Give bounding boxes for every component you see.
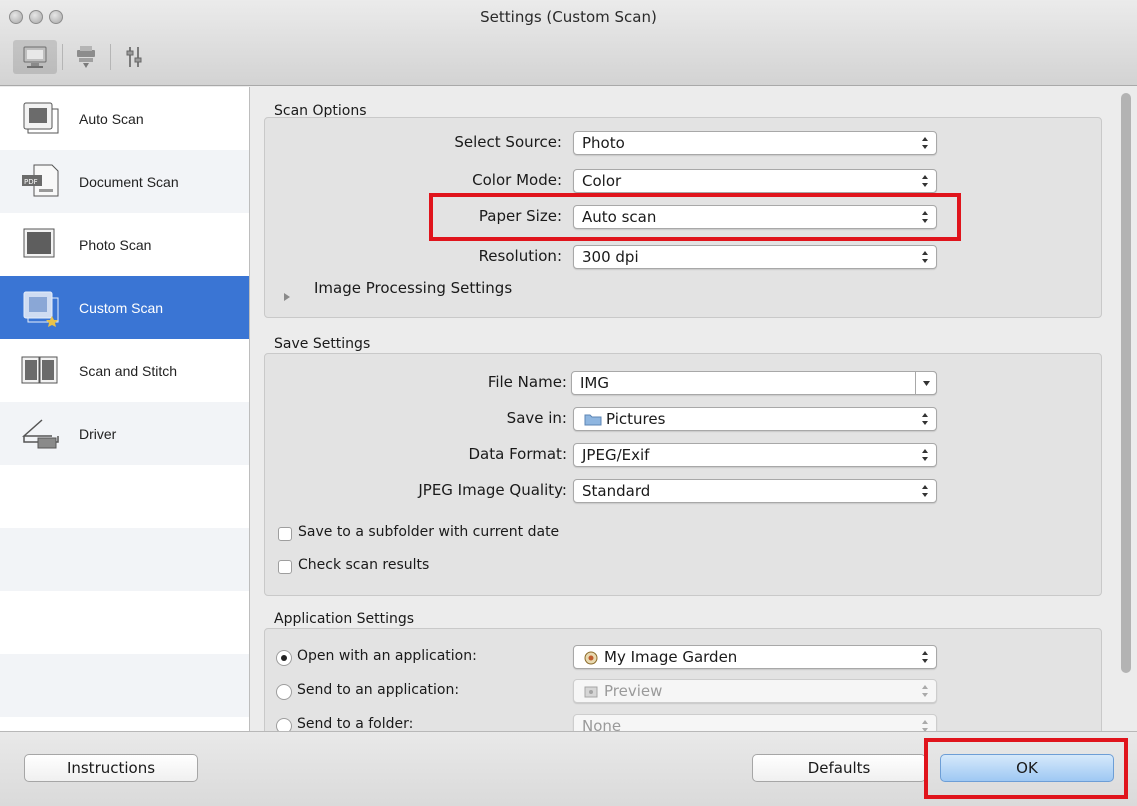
- resolution-popup[interactable]: 300 dpi: [573, 245, 937, 269]
- image-processing-settings-toggle[interactable]: Image Processing Settings: [314, 279, 512, 297]
- sidebar-item-label: Document Scan: [79, 173, 179, 190]
- preview-app-icon: [584, 686, 598, 698]
- sidebar-item-scan-and-stitch[interactable]: Scan and Stitch: [0, 339, 249, 402]
- sidebar-item-document-scan[interactable]: PDF Document Scan: [0, 150, 249, 213]
- file-name-dropdown-button[interactable]: [915, 371, 937, 395]
- popup-arrows-icon: [922, 485, 928, 497]
- select-source-value: Photo: [582, 134, 625, 152]
- sidebar-empty-row: [0, 654, 249, 717]
- driver-icon: [22, 418, 59, 448]
- popup-arrows-icon: [922, 251, 928, 263]
- sidebar-item-label: Auto Scan: [79, 110, 144, 127]
- popup-arrows-icon: [922, 685, 928, 697]
- jpeg-quality-value: Standard: [582, 482, 651, 500]
- general-settings-icon: [126, 47, 142, 67]
- disclosure-triangle-icon[interactable]: [283, 292, 291, 302]
- paper-size-highlight: [429, 193, 961, 241]
- file-name-label: File Name:: [487, 373, 567, 391]
- save-in-popup[interactable]: Pictures: [573, 407, 937, 431]
- open-with-application-label[interactable]: Open with an application:: [297, 648, 477, 664]
- send-to-application-radio[interactable]: [276, 684, 292, 700]
- popup-arrows-icon: [922, 413, 928, 425]
- jpeg-quality-popup[interactable]: Standard: [573, 479, 937, 503]
- file-name-value: IMG: [580, 374, 609, 392]
- check-scan-results-checkbox[interactable]: [278, 560, 292, 574]
- send-to-folder-label[interactable]: Send to a folder:: [297, 716, 413, 731]
- application-settings-title: Application Settings: [274, 611, 415, 627]
- resolution-label: Resolution:: [478, 247, 562, 265]
- ok-button-highlight: [924, 738, 1128, 799]
- sidebar-item-label: Custom Scan: [79, 299, 164, 316]
- title-bar: Settings (Custom Scan): [0, 0, 1137, 86]
- settings-window: Settings (Custom Scan) Auto Scan PDF Doc…: [0, 0, 1137, 806]
- file-name-field[interactable]: IMG: [571, 371, 937, 395]
- custom-scan-icon: [23, 291, 59, 327]
- tab-general-settings[interactable]: [112, 40, 156, 74]
- color-mode-value: Color: [582, 172, 622, 190]
- popup-arrows-icon: [922, 720, 928, 731]
- check-scan-results-label[interactable]: Check scan results: [298, 557, 429, 573]
- save-in-label: Save in:: [506, 409, 567, 427]
- resolution-value: 300 dpi: [582, 248, 639, 266]
- save-settings-title: Save Settings: [274, 336, 371, 352]
- photo-scan-icon: [23, 228, 55, 257]
- window-title: Settings (Custom Scan): [480, 8, 657, 26]
- scan-from-operation-panel-icon: [77, 46, 95, 68]
- sidebar-empty-row: [0, 591, 249, 654]
- send-to-application-label[interactable]: Send to an application:: [297, 682, 459, 698]
- sidebar-empty-row: [0, 528, 249, 591]
- tab-scan-from-operation-panel[interactable]: [64, 40, 108, 74]
- scan-from-computer-icon: [23, 46, 47, 68]
- document-scan-icon: PDF: [22, 164, 59, 196]
- chevron-down-icon: [923, 381, 930, 386]
- scan-and-stitch-icon: [21, 356, 58, 383]
- send-to-folder-value: None: [582, 717, 622, 731]
- open-with-application-value: My Image Garden: [604, 648, 738, 666]
- tab-scan-from-computer[interactable]: [13, 40, 57, 74]
- select-source-label: Select Source:: [454, 133, 562, 151]
- toolbar-separator: [110, 44, 111, 70]
- open-with-application-popup[interactable]: My Image Garden: [573, 645, 937, 669]
- jpeg-quality-label: JPEG Image Quality:: [418, 481, 567, 499]
- open-with-application-radio[interactable]: [276, 650, 292, 666]
- toolbar-separator: [62, 44, 63, 70]
- sidebar-item-driver[interactable]: Driver: [0, 402, 249, 465]
- save-subfolder-label[interactable]: Save to a subfolder with current date: [298, 524, 559, 540]
- popup-arrows-icon: [922, 651, 928, 663]
- save-in-value: Pictures: [606, 410, 666, 428]
- auto-scan-icon: [23, 102, 59, 133]
- send-to-folder-popup[interactable]: None: [573, 714, 937, 731]
- folder-icon: [584, 414, 602, 426]
- instructions-button[interactable]: Instructions: [24, 754, 198, 782]
- sidebar-item-label: Scan and Stitch: [79, 362, 178, 379]
- my-image-garden-icon: [584, 651, 598, 665]
- color-mode-label: Color Mode:: [472, 171, 562, 189]
- svg-text:PDF: PDF: [24, 178, 38, 186]
- sidebar-item-custom-scan[interactable]: Custom Scan: [0, 276, 249, 339]
- sidebar-item-photo-scan[interactable]: Photo Scan: [0, 213, 249, 276]
- data-format-label: Data Format:: [468, 445, 568, 463]
- data-format-popup[interactable]: JPEG/Exif: [573, 443, 937, 467]
- defaults-button[interactable]: Defaults: [752, 754, 926, 782]
- settings-content: Scan Options Select Source: Photo Color …: [251, 87, 1137, 731]
- sidebar-item-label: Photo Scan: [79, 236, 152, 253]
- popup-arrows-icon: [922, 137, 928, 149]
- save-subfolder-checkbox[interactable]: [278, 527, 292, 541]
- select-source-popup[interactable]: Photo: [573, 131, 937, 155]
- color-mode-popup[interactable]: Color: [573, 169, 937, 193]
- data-format-value: JPEG/Exif: [582, 446, 650, 464]
- vertical-scrollbar[interactable]: [1121, 93, 1131, 673]
- sidebar-item-label: Driver: [79, 425, 117, 442]
- popup-arrows-icon: [922, 449, 928, 461]
- send-to-application-value: Preview: [604, 682, 663, 700]
- bottom-button-bar: Instructions Defaults OK: [0, 731, 1137, 806]
- send-to-folder-radio[interactable]: [276, 718, 292, 731]
- sidebar-empty-row: [0, 465, 249, 528]
- scan-mode-sidebar: Auto Scan PDF Document Scan Photo Scan C…: [0, 87, 250, 731]
- sidebar-item-auto-scan[interactable]: Auto Scan: [0, 87, 249, 150]
- send-to-application-popup[interactable]: Preview: [573, 679, 937, 703]
- popup-arrows-icon: [922, 175, 928, 187]
